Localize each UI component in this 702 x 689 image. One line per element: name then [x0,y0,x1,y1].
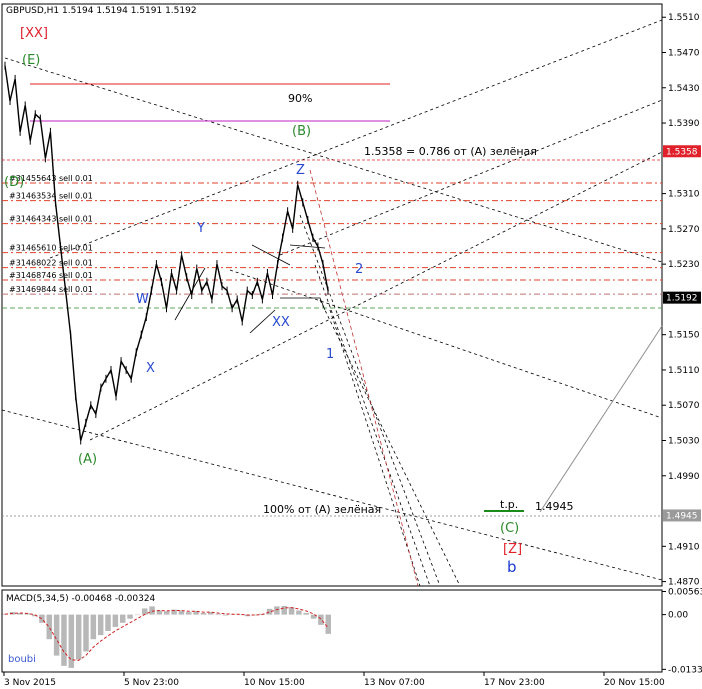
macd-y-tick-label: -0.01335 [668,665,702,675]
y-tick-label: 1.4910 [668,542,700,552]
order-level-label: #31469844 sell 0.01 [9,285,93,294]
label-wave-2: 2 [355,262,363,277]
label-90pct: 90% [288,92,312,105]
price-chart: #31455643 sell 0.01#31463534 sell 0.01#3… [1,3,702,688]
y-tick-label: 1.5470 [668,49,700,59]
label-xx: XX [272,315,290,330]
y-tick-label: 1.5070 [668,401,700,411]
label-z: Z [296,163,305,178]
label-tp-value: 1.4945 [535,500,574,513]
macd-bar [141,608,148,615]
macd-bar [274,606,280,615]
projection-line [539,325,663,513]
macd-bar [164,611,170,615]
label-a: (A) [78,452,97,467]
y-tick-label: 1.4870 [668,578,700,588]
fib-levels [30,83,390,122]
order-level-label: #31465610 sell 0.01 [9,244,93,253]
label-b-blue: b [507,558,517,576]
x-tick-label: 10 Nov 15:00 [244,678,305,688]
x-axis: 3 Nov 2015 5 Nov 23:00 10 Nov 15:00 13 Nov … [3,672,665,688]
macd-bar [281,605,287,615]
macd-title: MACD(5,34,5) -0.00468 -0.00324 [6,594,156,604]
order-level-label: #31468746 sell 0.01 [9,271,93,280]
macd-bar [105,614,111,631]
main-chart-frame [1,3,663,587]
macd-bar [97,614,104,636]
y-tick-label: 1.5110 [668,366,700,376]
label-xx-red: [XX] [20,26,48,41]
label-y: Y [196,221,205,236]
macd-bar [134,614,141,616]
label-d: (D) [4,175,24,190]
x-tick-label: 20 Nov 15:00 [604,678,665,688]
macd-y-tick-label: 0.00 [668,611,688,621]
label-e: (E) [22,53,40,68]
y-tick-label: 1.4990 [668,472,700,482]
macd-bar [215,613,221,615]
macd-bar [200,612,207,615]
macd-bar [318,614,324,625]
label-x: X [146,361,155,376]
macd-bar [46,614,53,640]
macd-bar [288,607,295,615]
y-tick-label: 1.5510 [668,13,700,23]
macd-bar [90,614,97,640]
macd-bar [75,614,82,660]
label-fib-0786: 1.5358 = 0.786 от (A) зелёная [364,145,537,158]
order-level-label: #31463534 sell 0.01 [9,192,93,201]
macd-bar [53,614,60,656]
macd-bar [127,614,133,619]
macd-bar [119,614,126,623]
wedge-lines [174,244,326,334]
y-tick-label: 1.5230 [668,260,700,270]
label-tp: t.p. [500,498,518,511]
y-tick-label: 1.5430 [668,84,700,94]
order-level-label: #31464343 sell 0.01 [9,215,93,224]
macd-y-axis: 0.00563 0.00 -0.01335 [662,588,702,675]
chart-title: GBPUSD,H1 1.5194 1.5194 1.5191 1.5192 [6,6,197,16]
macd-bar [83,614,89,652]
macd-bar [186,612,192,615]
x-tick-label: 17 Nov 23:00 [484,678,545,688]
x-tick-label: 3 Nov 2015 [4,678,56,688]
macd-signal-line [4,607,329,662]
y-tick-label: 1.5030 [668,437,700,447]
label-z-red: [Z] [503,542,522,557]
price-tag-label: 1.4945 [666,511,698,521]
label-wave-1: 1 [326,347,334,362]
price-tag-label: 1.5192 [666,294,698,304]
macd-bar [149,606,155,615]
label-w: W [136,292,149,307]
macd-bar [222,614,229,616]
label-fib-100: 100% от (A) зелёная [263,503,381,516]
y-tick-label: 1.5310 [668,190,700,200]
macd-y-tick-label: 0.00563 [668,588,702,598]
macd-bar [61,614,67,666]
order-level-label: #31468022 sell 0.01 [9,259,93,268]
label-b: (B) [292,124,311,139]
y-tick-label: 1.5390 [668,119,700,129]
macd-bar [112,614,119,627]
macd-bar [325,614,331,634]
target-line-red [309,169,419,587]
y-tick-label: 1.5270 [668,225,700,235]
macd-bar [303,612,309,615]
macd-bar [296,610,302,615]
watermark: boubi [8,654,36,665]
y-tick-label: 1.5150 [668,331,700,341]
x-tick-label: 5 Nov 23:00 [124,678,179,688]
x-tick-label: 13 Nov 07:00 [364,678,425,688]
price-tag-label: 1.5358 [666,147,698,157]
label-c: (C) [500,521,519,536]
macd-bars [2,605,331,668]
